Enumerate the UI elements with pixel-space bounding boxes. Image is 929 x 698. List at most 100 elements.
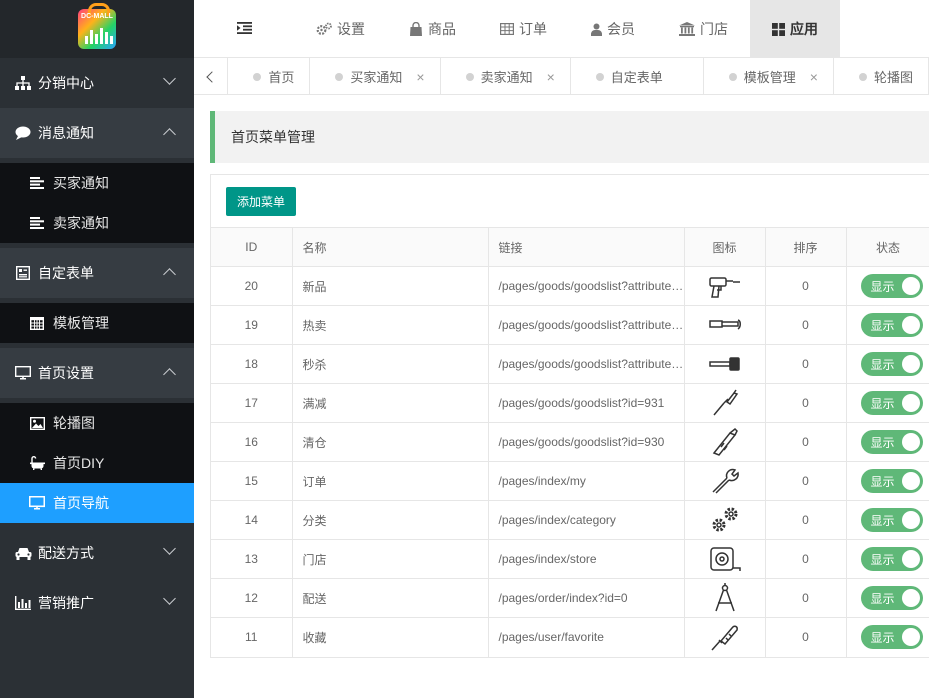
- col-header-sort[interactable]: 排序: [765, 227, 847, 267]
- page-tab-home[interactable]: 首页: [228, 58, 311, 94]
- col-header-id[interactable]: ID: [211, 227, 293, 267]
- top-tab-apps[interactable]: 应用: [750, 0, 840, 58]
- table-row[interactable]: 17 满减 /pages/goods/goodslist?id=931 0 显示: [211, 383, 929, 423]
- top-tab-members[interactable]: 会员: [569, 0, 657, 58]
- list-icon: [29, 175, 45, 191]
- page-tab-label: 自定表单: [610, 70, 663, 85]
- table-row[interactable]: 15 订单 /pages/index/my 0 显示: [211, 461, 929, 501]
- cell-link: /pages/goods/goodslist?attribute=new: [488, 266, 685, 306]
- status-toggle[interactable]: 显示: [860, 469, 923, 493]
- mallet-icon: [685, 350, 765, 378]
- table-row[interactable]: 14 分类 /pages/index/category 0 显示: [211, 500, 929, 540]
- cell-link: /pages/index/my: [488, 461, 685, 501]
- top-tab-orders[interactable]: 订单: [478, 0, 569, 58]
- chevron-down-icon: [163, 542, 176, 555]
- col-header-status[interactable]: 状态: [846, 227, 929, 267]
- page-title: 首页菜单管理: [210, 111, 929, 163]
- status-toggle-label: 显示: [870, 279, 895, 294]
- status-toggle-label: 显示: [870, 513, 895, 528]
- table-toolbar: 添加菜单: [211, 175, 929, 227]
- cell-sort: 0: [765, 578, 847, 618]
- close-icon[interactable]: ×: [547, 69, 555, 85]
- col-header-link[interactable]: 链接: [488, 227, 685, 267]
- page-tab-seller-notice[interactable]: 卖家通知 ×: [441, 58, 571, 94]
- chevron-left-icon: [206, 70, 218, 83]
- status-toggle[interactable]: 显示: [860, 625, 923, 650]
- tab-scroll-left-button[interactable]: [194, 58, 229, 94]
- sidebar-group-distribution[interactable]: 分销中心: [0, 58, 194, 108]
- sidebar-item-template-manage[interactable]: 模板管理: [0, 303, 194, 343]
- status-toggle-label: 显示: [870, 435, 895, 450]
- sidebar-item-carousel[interactable]: 轮播图: [0, 403, 194, 443]
- table-row[interactable]: 11 收藏 /pages/user/favorite 0 显示: [211, 617, 929, 657]
- sidebar-group-custom-form[interactable]: 自定表单: [0, 248, 194, 298]
- status-toggle[interactable]: 显示: [860, 508, 923, 532]
- top-tab-goods[interactable]: 商品: [387, 0, 478, 58]
- cell-link: /pages/index/category: [488, 500, 685, 540]
- table-row[interactable]: 16 清仓 /pages/goods/goodslist?id=930 0 显示: [211, 422, 929, 462]
- main-content: 首页菜单管理 添加菜单 ID 名称 链接 图标 排序 状态 20 新品 /pag…: [210, 111, 929, 658]
- sidebar-group-label: 营销推广: [38, 595, 94, 611]
- top-nav: 设置 商品 订单 会员 门店 应用: [194, 0, 929, 58]
- sidebar-group-home-settings[interactable]: 首页设置: [0, 348, 194, 398]
- chevron-down-icon: [163, 72, 176, 85]
- table-row[interactable]: 19 热卖 /pages/goods/goodslist?attribute=h…: [211, 305, 929, 345]
- top-tab-stores[interactable]: 门店: [657, 0, 750, 58]
- sidebar-item-label: 卖家通知: [53, 215, 109, 231]
- add-menu-button[interactable]: 添加菜单: [226, 186, 297, 216]
- status-toggle[interactable]: 显示: [860, 274, 923, 298]
- page-tab-buyer-notice[interactable]: 买家通知 ×: [310, 58, 441, 94]
- sidebar-group-delivery[interactable]: 配送方式: [0, 528, 194, 578]
- tab-dot-icon: [335, 72, 344, 81]
- status-toggle[interactable]: 显示: [860, 430, 923, 454]
- bank-icon: [679, 22, 695, 36]
- screwdriver-icon: [685, 388, 765, 418]
- status-toggle[interactable]: 显示: [860, 391, 923, 415]
- cell-name: 热卖: [292, 305, 489, 345]
- col-header-icon[interactable]: 图标: [684, 227, 766, 267]
- sidebar-sublist-home-settings: 轮播图 首页DIY 首页导航: [0, 403, 194, 523]
- table-icon: [500, 23, 514, 35]
- page-tab-carousel[interactable]: 轮播图: [834, 58, 929, 94]
- tab-dot-icon: [858, 72, 867, 81]
- cell-sort: 0: [765, 500, 847, 540]
- col-header-name[interactable]: 名称: [292, 227, 489, 267]
- cell-sort: 0: [765, 305, 847, 345]
- cell-link: /pages/order/index?id=0: [488, 578, 685, 618]
- status-toggle[interactable]: 显示: [860, 313, 923, 337]
- cell-sort: 0: [765, 539, 847, 579]
- table-row[interactable]: 20 新品 /pages/goods/goodslist?attribute=n…: [211, 266, 929, 306]
- cell-name: 门店: [292, 539, 489, 579]
- status-toggle[interactable]: 显示: [860, 547, 923, 571]
- close-icon[interactable]: ×: [416, 69, 424, 85]
- sidebar-group-label: 配送方式: [38, 545, 94, 561]
- sidebar-group-notifications[interactable]: 消息通知: [0, 108, 194, 158]
- logo[interactable]: DC-MALL: [0, 0, 194, 58]
- toggle-knob: [901, 394, 920, 412]
- page-tab-custom-form[interactable]: 自定表单: [571, 58, 704, 94]
- status-toggle-label: 显示: [870, 357, 895, 372]
- sidebar-item-buyer-notice[interactable]: 买家通知: [0, 163, 194, 203]
- sidebar-item-seller-notice[interactable]: 卖家通知: [0, 203, 194, 243]
- cell-name: 订单: [292, 461, 489, 501]
- logo-bag-icon: DC-MALL: [78, 3, 116, 49]
- sidebar-item-home-diy[interactable]: 首页DIY: [0, 443, 194, 483]
- close-icon[interactable]: ×: [810, 69, 818, 85]
- sidebar-toggle-button[interactable]: [194, 0, 294, 58]
- toggle-knob: [901, 316, 920, 334]
- sidebar-item-home-nav[interactable]: 首页导航: [0, 483, 194, 523]
- menu-table: ID 名称 链接 图标 排序 状态 20 新品 /pages/goods/goo…: [211, 227, 929, 657]
- status-toggle-label: 显示: [870, 318, 895, 333]
- top-tab-settings[interactable]: 设置: [294, 0, 387, 58]
- table-row[interactable]: 18 秒杀 /pages/goods/goodslist?attribute=s…: [211, 344, 929, 384]
- table-row[interactable]: 12 配送 /pages/order/index?id=0 0 显示: [211, 578, 929, 618]
- status-toggle[interactable]: 显示: [860, 352, 923, 376]
- image-icon: [29, 415, 45, 431]
- sidebar-group-marketing[interactable]: 营销推广: [0, 578, 194, 628]
- soldering-iron-icon: [685, 622, 765, 652]
- cell-id: 13: [211, 539, 293, 579]
- page-tab-template-manage[interactable]: 模板管理 ×: [704, 58, 834, 94]
- compass-icon: [685, 583, 765, 613]
- table-row[interactable]: 13 门店 /pages/index/store 0 显示: [211, 539, 929, 579]
- status-toggle[interactable]: 显示: [860, 586, 923, 610]
